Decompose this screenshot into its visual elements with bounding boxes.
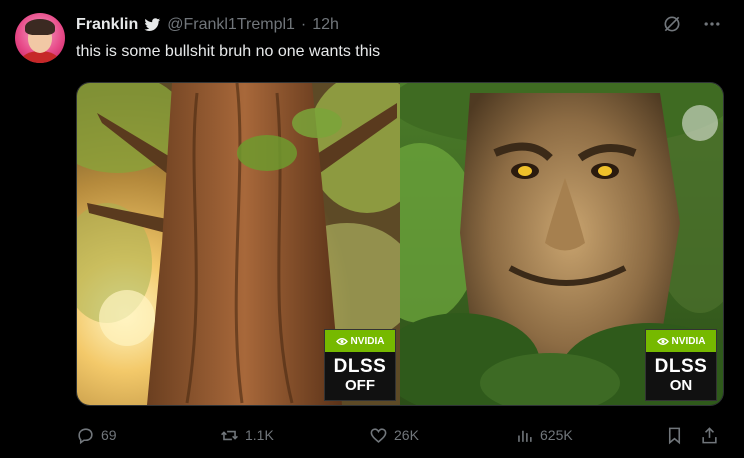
views-icon (518, 430, 532, 442)
view-count: 625K (540, 427, 573, 443)
face-tree-image-dlss-on[interactable]: NVIDIA DLSS ON (360, 83, 723, 405)
tweet-action-bar: 69 1.1K 26K 625K (76, 423, 722, 447)
reply-count: 69 (101, 427, 117, 443)
reply-button[interactable]: 69 (76, 423, 117, 447)
share-button[interactable] (700, 423, 719, 447)
dlss-on-badge: NVIDIA DLSS ON (645, 329, 717, 401)
timestamp[interactable]: 12h (312, 16, 339, 34)
repost-count: 1.1K (245, 427, 274, 443)
repost-button[interactable]: 1.1K (220, 423, 274, 447)
separator-dot: · (300, 16, 307, 33)
like-count: 26K (394, 427, 419, 443)
dlss-state: ON (669, 377, 693, 394)
display-name[interactable]: Franklin (76, 16, 138, 34)
avatar[interactable] (15, 13, 65, 63)
tweet-media[interactable]: NVIDIA DLSS OFF NVIDIA DLSS ON (76, 82, 724, 406)
dlss-title: DLSS (333, 356, 387, 377)
heart-icon (370, 427, 387, 443)
reply-icon (78, 427, 93, 444)
dlss-state: OFF (345, 377, 375, 394)
tree-image-dlss-off[interactable]: NVIDIA DLSS OFF (77, 83, 427, 405)
bookmark-button[interactable] (665, 423, 684, 447)
repost-icon (221, 430, 238, 440)
like-button[interactable]: 26K (369, 423, 419, 447)
bird-icon (144, 18, 161, 31)
tweet-text: this is some bullshit bruh no one wants … (76, 43, 381, 60)
bookmark-icon (668, 427, 681, 444)
nvidia-eye-icon (335, 337, 348, 345)
nvidia-brand-text: NVIDIA (671, 335, 706, 347)
grok-icon[interactable] (662, 14, 682, 34)
user-handle[interactable]: @Frankl1Trempl1 (167, 16, 295, 34)
nvidia-eye-icon (656, 337, 669, 345)
dlss-off-badge: NVIDIA DLSS OFF (324, 329, 396, 401)
tweet-top-actions (662, 14, 722, 34)
share-icon (702, 426, 717, 443)
nvidia-label: NVIDIA (646, 330, 716, 352)
nvidia-label: NVIDIA (325, 330, 395, 352)
more-icon[interactable] (702, 14, 722, 34)
tweet-header: Franklin @Frankl1Trempl1 · 12h (76, 15, 339, 35)
dlss-title: DLSS (654, 356, 708, 377)
nvidia-brand-text: NVIDIA (350, 335, 385, 347)
views-button[interactable]: 625K (515, 423, 573, 447)
